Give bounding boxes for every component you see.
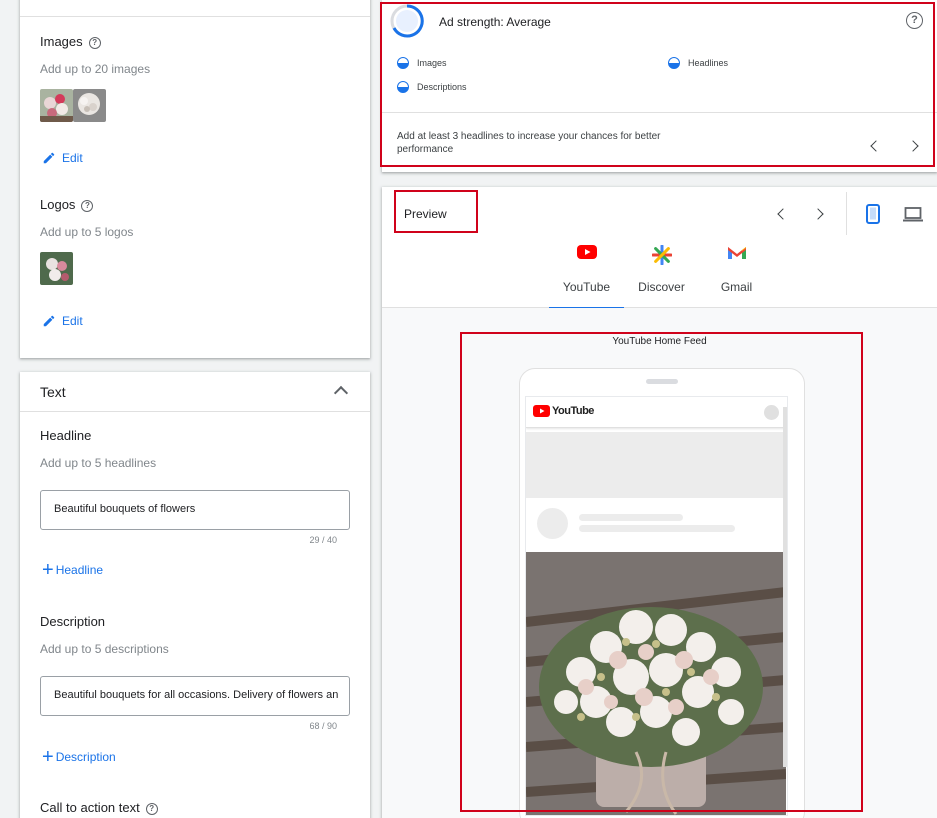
help-icon[interactable]: ? [81, 200, 94, 212]
tab-gmail[interactable]: Gmail [699, 242, 774, 308]
metric-label: Descriptions [417, 82, 467, 92]
preview-feed-area: YouTube Home Feed YouTube [382, 308, 937, 818]
text-card: Text Headline Add up to 5 headlines Beau… [20, 372, 370, 818]
preview-tabs: YouTube Discover Gmail [382, 242, 937, 309]
logos-edit-button[interactable]: Edit [42, 314, 83, 328]
divider [846, 192, 847, 235]
preview-card: Preview YouTube Discover Gmail YouTube H… [382, 187, 937, 818]
description-hint: Add up to 5 descriptions [40, 642, 169, 656]
add-headline-label: Headline [55, 563, 104, 577]
half-circle-icon [668, 57, 680, 69]
media-card: Images? Add up to 20 images Edit Logos? … [20, 0, 370, 358]
gmail-icon [728, 247, 746, 259]
add-description-label: Description [55, 750, 116, 764]
edit-label: Edit [62, 314, 83, 328]
youtube-logo: YouTube [533, 405, 594, 417]
chevron-up-icon[interactable] [333, 385, 349, 401]
youtube-logo-text: YouTube [552, 405, 594, 417]
tab-discover[interactable]: Discover [624, 242, 699, 308]
help-icon[interactable]: ? [145, 803, 158, 815]
edit-label: Edit [62, 151, 83, 165]
half-circle-icon [397, 81, 409, 93]
placeholder-channel-avatar [537, 508, 568, 539]
placeholder-line [579, 525, 735, 532]
placeholder-line [579, 514, 683, 521]
images-hint: Add up to 20 images [40, 62, 151, 76]
plus-icon: + [42, 746, 54, 768]
tab-label: YouTube [562, 280, 611, 294]
half-circle-icon [397, 57, 409, 69]
logo-thumbnail[interactable] [40, 252, 73, 285]
mobile-device-icon[interactable] [866, 204, 880, 224]
discover-icon [652, 245, 672, 265]
headline-label: Headline [40, 428, 92, 443]
phone-speaker [646, 379, 678, 384]
add-description-button[interactable]: + Description [42, 746, 116, 768]
chevron-right-icon[interactable] [907, 140, 919, 152]
metric-headlines[interactable]: Headlines [668, 57, 728, 69]
metric-label: Headlines [688, 58, 729, 68]
feed-title: YouTube Home Feed [612, 336, 707, 347]
metric-descriptions[interactable]: Descriptions [397, 81, 467, 93]
desktop-device-icon[interactable] [903, 207, 923, 222]
description-counter: 68 / 90 [309, 721, 337, 731]
placeholder-banner [526, 432, 784, 498]
chevron-left-icon[interactable] [870, 140, 882, 152]
logos-label: Logos? [40, 197, 94, 212]
ad-strength-gauge-icon [390, 4, 424, 38]
pencil-icon [43, 315, 55, 327]
cta-label: Call to action text? [40, 800, 158, 815]
add-headline-button[interactable]: + Headline [42, 559, 104, 581]
divider [382, 112, 937, 113]
image-thumbnail[interactable] [73, 89, 106, 122]
youtube-icon [533, 405, 550, 417]
plus-icon: + [42, 559, 54, 581]
description-label: Description [40, 614, 106, 629]
chevron-left-icon[interactable] [777, 208, 789, 220]
help-icon[interactable]: ? [906, 12, 923, 29]
pencil-icon [43, 152, 55, 164]
ad-strength-title: Ad strength: Average [439, 15, 551, 29]
youtube-icon [577, 245, 597, 259]
phone-screen[interactable]: YouTube [525, 396, 788, 816]
ad-strength-tip: Add at least 3 headlines to increase you… [397, 131, 661, 155]
tab-label: Discover [638, 280, 685, 294]
scrollbar[interactable] [783, 407, 787, 767]
chevron-up-icon[interactable] [339, 0, 355, 3]
text-section-header[interactable]: Text [20, 372, 370, 412]
avatar [764, 405, 779, 420]
headline-counter: 29 / 40 [309, 535, 337, 545]
youtube-header: YouTube [526, 397, 787, 428]
image-thumbnail[interactable] [40, 89, 73, 122]
headline-input[interactable]: Beautiful bouquets of flowers [40, 490, 350, 530]
headline-hint: Add up to 5 headlines [40, 456, 157, 470]
tab-youtube[interactable]: YouTube [549, 242, 624, 309]
phone-mockup: YouTube [519, 368, 805, 818]
tab-label: Gmail [720, 280, 753, 294]
preview-title: Preview [404, 207, 447, 221]
metric-label: Images [417, 58, 447, 68]
text-section-title: Text [40, 384, 66, 400]
images-edit-button[interactable]: Edit [42, 151, 83, 165]
logos-hint: Add up to 5 logos [40, 225, 134, 239]
media-header[interactable] [20, 0, 370, 17]
ad-image-bouquet[interactable] [526, 552, 786, 815]
metric-images[interactable]: Images [397, 57, 447, 69]
images-label: Images? [40, 34, 101, 49]
description-input[interactable]: Beautiful bouquets for all occasions. De… [40, 676, 350, 716]
chevron-right-icon[interactable] [812, 208, 824, 220]
help-icon[interactable]: ? [88, 37, 101, 49]
ad-strength-card: Ad strength: Average ? Images Headlines … [382, 0, 937, 172]
